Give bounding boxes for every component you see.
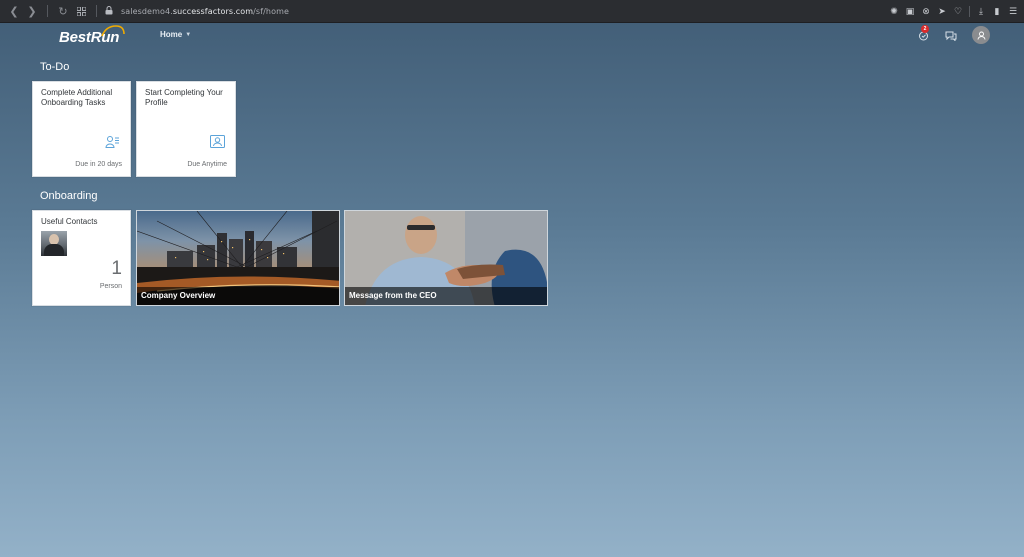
notification-badge: 2 — [921, 25, 929, 33]
battery-icon[interactable]: ▮ — [992, 6, 1002, 17]
chevron-down-icon: ▼ — [185, 31, 192, 38]
ceo-message-tile[interactable]: Message from the CEO — [344, 210, 548, 306]
onboarding-section-title: Onboarding — [40, 190, 98, 202]
block-icon[interactable]: ⊗ — [921, 6, 931, 17]
camera-icon[interactable]: ▣ — [905, 6, 915, 17]
avatar-body — [44, 244, 64, 256]
toolbar-divider — [96, 5, 97, 17]
tile-title: Start Completing Your Profile — [145, 88, 223, 107]
forward-icon[interactable]: ❯ — [23, 2, 41, 20]
contact-count: 1 — [111, 258, 122, 279]
user-tasks-icon — [105, 136, 119, 148]
menu-icon[interactable]: ☰ — [1008, 6, 1018, 17]
contact-avatar — [41, 231, 67, 256]
useful-contacts-tile[interactable]: Useful Contacts 1 Person — [32, 210, 131, 306]
profile-card-icon — [210, 135, 225, 148]
image-caption: Message from the CEO — [345, 287, 547, 305]
chat-icon — [945, 31, 957, 41]
due-date-label: Due in 20 days — [75, 161, 122, 168]
url-path: /sf/home — [253, 6, 289, 16]
download-icon[interactable]: ⤓ — [976, 6, 986, 17]
toolbar-divider — [969, 6, 970, 17]
logo-arc-icon — [101, 25, 125, 37]
url-domain: successfactors.com — [172, 6, 254, 16]
lock-icon[interactable] — [105, 5, 113, 17]
tile-title: Useful Contacts — [41, 217, 98, 226]
user-avatar-button[interactable] — [972, 26, 990, 44]
chat-button[interactable] — [944, 28, 958, 42]
toolbar-divider — [47, 5, 48, 17]
home-menu[interactable]: Home ▼ — [160, 30, 191, 39]
user-icon — [977, 31, 985, 40]
tile-title: Complete Additional Onboarding Tasks — [41, 88, 113, 107]
onboarding-tasks-tile[interactable]: Complete Additional Onboarding Tasks Due… — [32, 81, 131, 177]
browser-toolbar: ❮ ❯ ↻ salesdemo4.successfactors.com/sf/h… — [0, 0, 1024, 23]
image-caption: Company Overview — [137, 287, 339, 305]
url-subdomain: salesdemo4. — [121, 6, 173, 16]
back-icon[interactable]: ❮ — [5, 2, 23, 20]
company-overview-tile[interactable]: Company Overview — [136, 210, 340, 306]
heart-icon[interactable]: ♡ — [953, 6, 963, 17]
header-actions: 2 — [916, 25, 990, 44]
apps-grid-icon[interactable] — [72, 2, 90, 20]
todo-section-title: To-Do — [40, 61, 70, 73]
complete-profile-tile[interactable]: Start Completing Your Profile Due Anytim… — [136, 81, 236, 177]
notifications-button[interactable]: 2 — [916, 25, 930, 42]
home-menu-label: Home — [160, 30, 183, 39]
contact-count-unit: Person — [99, 283, 122, 290]
due-date-label: Due Anytime — [187, 161, 227, 168]
address-bar[interactable]: salesdemo4.successfactors.com/sf/home — [121, 7, 289, 16]
tools-icon[interactable]: ✺ — [889, 6, 899, 17]
extensions-area: ✺ ▣ ⊗ ➤ ♡ ⤓ ▮ ☰ — [889, 0, 1018, 23]
send-icon[interactable]: ➤ — [937, 6, 947, 17]
reload-icon[interactable]: ↻ — [54, 2, 72, 20]
